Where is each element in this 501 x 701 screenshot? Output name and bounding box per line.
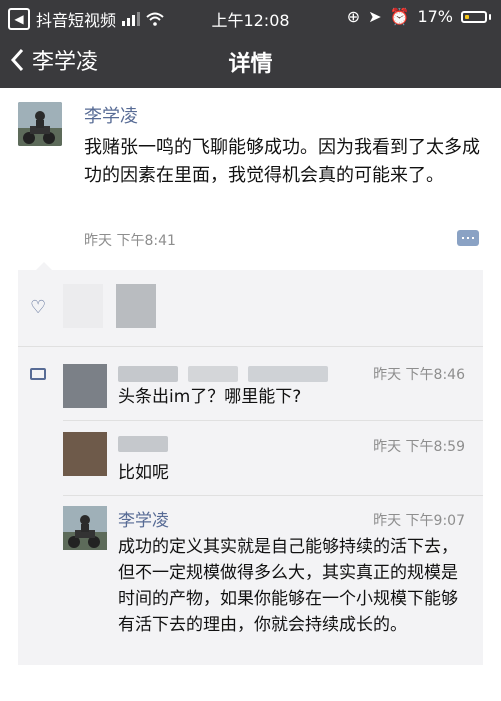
heart-icon: ♡ bbox=[30, 297, 47, 318]
orientation-lock-icon: ⊕ bbox=[346, 7, 361, 26]
comment-icon bbox=[30, 368, 46, 380]
comment-area: ♡ 昨天 下午8:46 头条出im了？哪里能下? 昨天 下午8:59 比如呢 李… bbox=[18, 270, 483, 665]
nav-bar: 李学凌 详情 bbox=[0, 34, 501, 88]
more-icon[interactable] bbox=[457, 230, 479, 246]
like-avatar[interactable] bbox=[63, 284, 103, 328]
comment-pointer bbox=[36, 262, 52, 270]
comment-divider bbox=[63, 420, 483, 421]
commenter-avatar[interactable] bbox=[63, 364, 107, 408]
comment-time: 昨天 下午8:59 bbox=[373, 439, 465, 455]
status-right: ⊕ ➤ ⏰ 17% bbox=[347, 7, 491, 26]
post-timestamp: 昨天 下午8:41 bbox=[84, 233, 176, 249]
comment-time: 昨天 下午9:07 bbox=[373, 513, 465, 529]
comment-text: 比如呢 bbox=[118, 463, 169, 483]
like-row: ♡ bbox=[18, 270, 483, 347]
commenter-avatar[interactable] bbox=[63, 432, 107, 476]
commenter-name[interactable]: 李学凌 bbox=[118, 506, 169, 531]
comment-text: 头条出im了？哪里能下? bbox=[118, 387, 302, 407]
page-title: 详情 bbox=[228, 52, 273, 77]
comment-divider bbox=[63, 495, 483, 496]
like-avatar[interactable] bbox=[116, 284, 156, 328]
status-bar: ◀ 抖音短视频 上午12:08 ⊕ ➤ ⏰ 17% bbox=[0, 0, 501, 34]
post-author-avatar[interactable] bbox=[18, 102, 62, 146]
post-text: 我赌张一鸣的飞聊能够成功。因为我看到了太多成功的因素在里面，我觉得机会真的可能来… bbox=[84, 137, 480, 186]
battery-percent: 17% bbox=[417, 7, 453, 26]
commenter-avatar[interactable] bbox=[63, 506, 107, 550]
motorcycle-photo bbox=[63, 506, 107, 550]
location-icon: ➤ bbox=[368, 7, 382, 26]
alarm-icon: ⏰ bbox=[389, 7, 410, 26]
comment-text: 成功的定义其实就是自己能够持续的活下去，但不一定规模做得多么大，其实真正的规模是… bbox=[118, 537, 458, 635]
post-author-name[interactable]: 李学凌 bbox=[84, 102, 138, 128]
app-header: ◀ 抖音短视频 上午12:08 ⊕ ➤ ⏰ 17% 李学凌 详情 bbox=[0, 0, 501, 88]
battery-icon bbox=[461, 10, 491, 23]
comment-time: 昨天 下午8:46 bbox=[373, 367, 465, 383]
motorcycle-photo bbox=[18, 102, 62, 146]
